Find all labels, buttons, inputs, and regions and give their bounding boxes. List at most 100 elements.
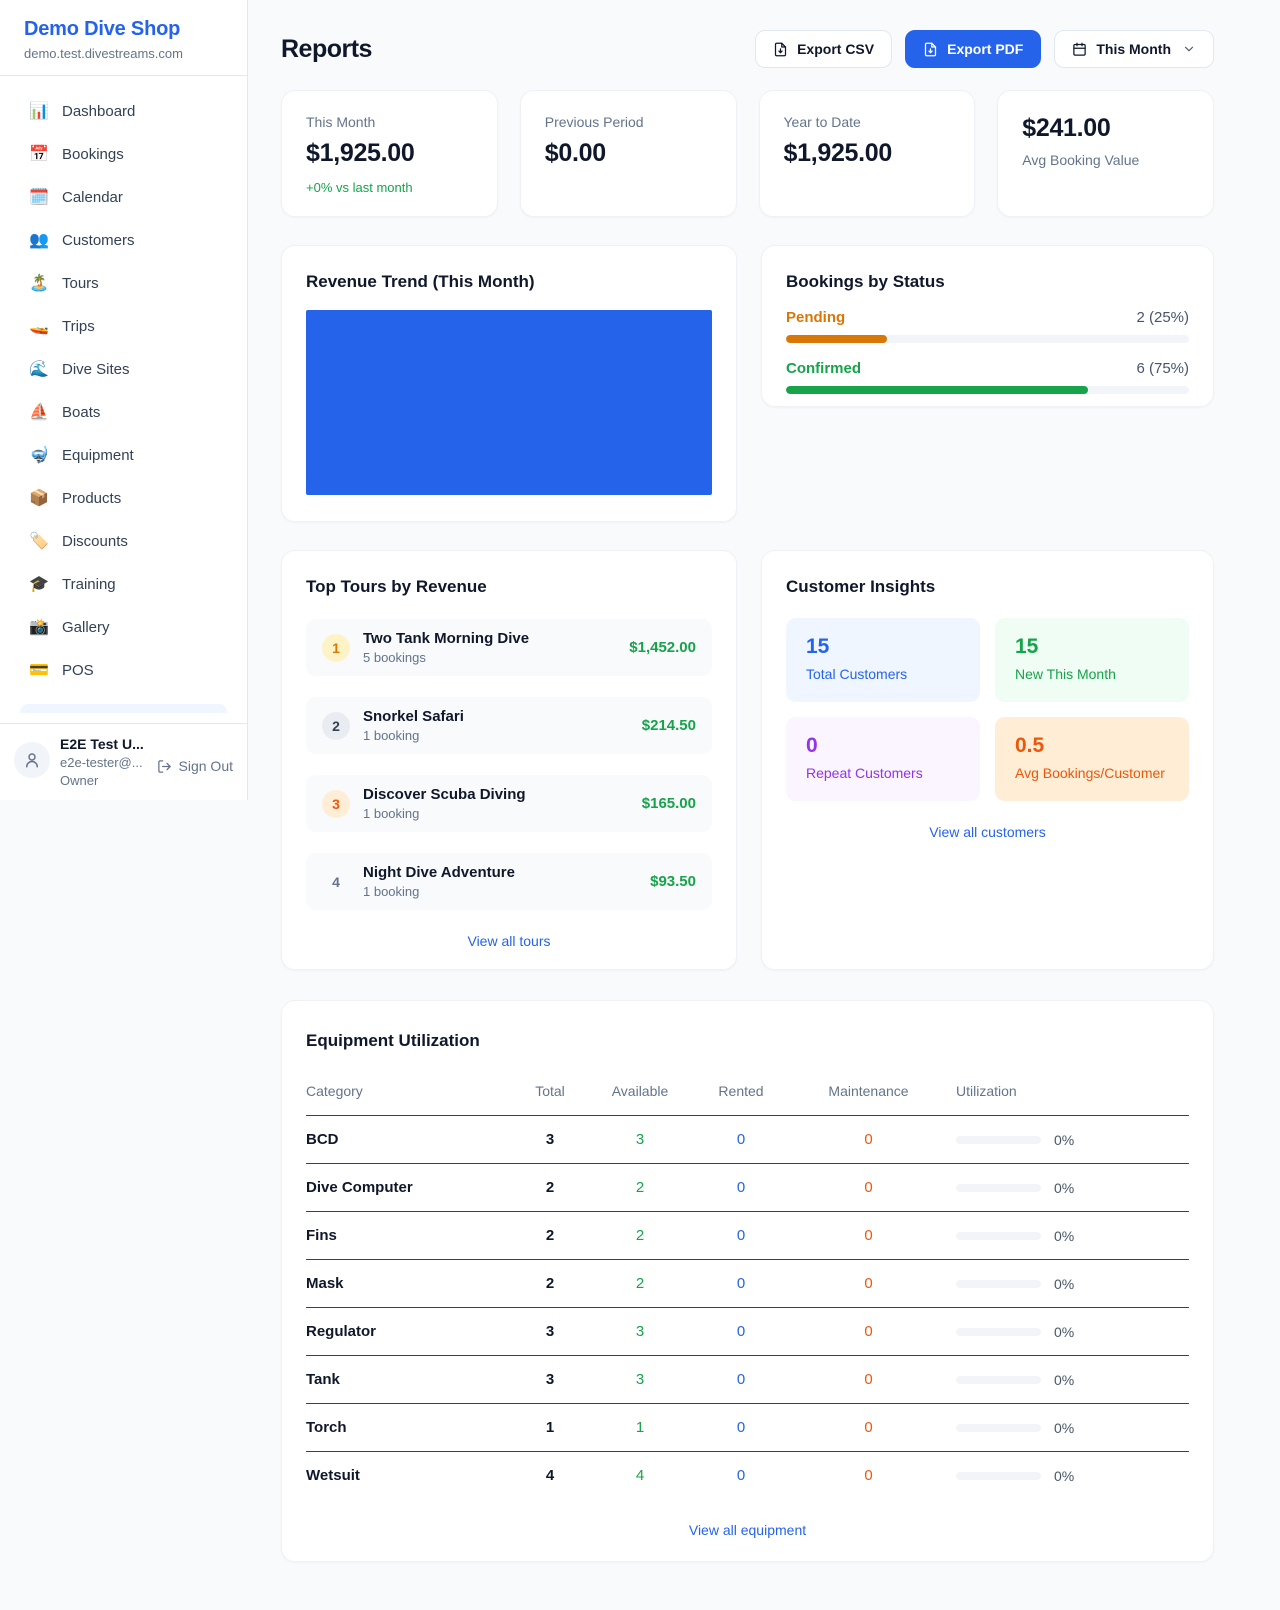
- customer-insights-title: Customer Insights: [786, 577, 1189, 597]
- insight-total-customers: 15 Total Customers: [786, 618, 980, 702]
- status-row-pending: Pending 2 (25%): [786, 309, 1189, 343]
- equipment-utilization-card: Equipment Utilization Category Total Ava…: [281, 1000, 1214, 1562]
- sidebar-nav: 📊 Dashboard 📅 Bookings 🗓️ Calendar 👥 Cus…: [0, 76, 247, 723]
- cell-total: 3: [506, 1116, 594, 1164]
- tour-row: 4 Night Dive Adventure 1 booking $93.50: [306, 853, 712, 910]
- stat-delta: +0% vs last month: [306, 180, 473, 195]
- sidebar-item-dive-sites[interactable]: 🌊 Dive Sites: [16, 348, 231, 391]
- cell-total: 2: [506, 1212, 594, 1260]
- dashboard-icon: 📊: [28, 100, 50, 123]
- cell-rented: 0: [686, 1452, 796, 1500]
- export-pdf-button[interactable]: Export PDF: [905, 30, 1041, 68]
- equipment-utilization-title: Equipment Utilization: [306, 1031, 1189, 1051]
- sidebar-item-reports-active-partial[interactable]: [20, 704, 227, 713]
- sidebar-item-discounts[interactable]: 🏷️ Discounts: [16, 520, 231, 563]
- sidebar-item-products[interactable]: 📦 Products: [16, 477, 231, 520]
- sidebar-item-dashboard[interactable]: 📊 Dashboard: [16, 90, 231, 133]
- user-info: E2E Test U... e2e-tester@... Owner: [60, 736, 147, 788]
- stat-card-year-to-date: Year to Date $1,925.00: [759, 90, 976, 217]
- page-header: Reports Export CSV Export PDF This Month: [281, 30, 1214, 68]
- chevron-down-icon: [1182, 42, 1196, 56]
- sidebar-item-customers[interactable]: 👥 Customers: [16, 219, 231, 262]
- sidebar-item-label: Gallery: [62, 616, 110, 639]
- cell-category: Fins: [306, 1212, 506, 1260]
- rank-badge: 4: [322, 868, 350, 896]
- utilization-percent: 0%: [1054, 1180, 1074, 1196]
- cell-total: 1: [506, 1404, 594, 1452]
- sidebar-item-boats[interactable]: ⛵ Boats: [16, 391, 231, 434]
- bookings-by-status-title: Bookings by Status: [786, 272, 1189, 292]
- sidebar-item-trips[interactable]: 🚤 Trips: [16, 305, 231, 348]
- cell-rented: 0: [686, 1308, 796, 1356]
- status-row-confirmed: Confirmed 6 (75%): [786, 360, 1189, 394]
- utilization-track: [956, 1232, 1041, 1240]
- sign-out-icon: [157, 759, 172, 774]
- insight-label: New This Month: [1015, 666, 1169, 682]
- insight-avg-bookings: 0.5 Avg Bookings/Customer: [995, 717, 1189, 801]
- tour-row: 1 Two Tank Morning Dive 5 bookings $1,45…: [306, 619, 712, 676]
- cell-total: 2: [506, 1260, 594, 1308]
- sidebar-item-pos[interactable]: 💳 POS: [16, 649, 231, 692]
- cell-rented: 0: [686, 1212, 796, 1260]
- cell-total: 2: [506, 1164, 594, 1212]
- sidebar-item-label: Equipment: [62, 444, 134, 467]
- stat-label: Avg Booking Value: [1022, 152, 1189, 168]
- view-all-customers-link[interactable]: View all customers: [786, 824, 1189, 840]
- column-header-available: Available: [594, 1075, 686, 1116]
- cell-maintenance: 0: [796, 1116, 941, 1164]
- view-all-tours-link[interactable]: View all tours: [306, 933, 712, 949]
- period-dropdown[interactable]: This Month: [1054, 30, 1214, 68]
- sidebar-user-footer: E2E Test U... e2e-tester@... Owner Sign …: [0, 723, 247, 800]
- revenue-trend-title: Revenue Trend (This Month): [306, 272, 712, 292]
- camera-icon: 📸: [28, 616, 50, 639]
- top-tours-title: Top Tours by Revenue: [306, 577, 712, 597]
- cell-rented: 0: [686, 1260, 796, 1308]
- tour-name: Snorkel Safari: [363, 708, 629, 725]
- sidebar-item-equipment[interactable]: 🤿 Equipment: [16, 434, 231, 477]
- utilization-track: [956, 1376, 1041, 1384]
- insight-label: Repeat Customers: [806, 765, 960, 781]
- wave-icon: 🌊: [28, 358, 50, 381]
- avatar: [14, 742, 50, 778]
- utilization-percent: 0%: [1054, 1132, 1074, 1148]
- sidebar-item-label: Dive Sites: [62, 358, 130, 381]
- export-pdf-label: Export PDF: [947, 41, 1023, 57]
- main-content: Reports Export CSV Export PDF This Month…: [281, 0, 1214, 1562]
- cell-available: 3: [594, 1116, 686, 1164]
- cell-available: 3: [594, 1308, 686, 1356]
- cell-total: 4: [506, 1452, 594, 1500]
- tag-icon: 🏷️: [28, 530, 50, 553]
- cell-category: Torch: [306, 1404, 506, 1452]
- sidebar-item-training[interactable]: 🎓 Training: [16, 563, 231, 606]
- sidebar-item-calendar[interactable]: 🗓️ Calendar: [16, 176, 231, 219]
- table-row: Wetsuit 4 4 0 0 0%: [306, 1452, 1189, 1500]
- brand: Demo Dive Shop demo.test.divestreams.com: [0, 0, 247, 76]
- island-icon: 🏝️: [28, 272, 50, 295]
- stat-card-this-month: This Month $1,925.00 +0% vs last month: [281, 90, 498, 217]
- package-icon: 📦: [28, 487, 50, 510]
- file-download-icon: [923, 42, 938, 57]
- stat-value: $0.00: [545, 139, 712, 168]
- cell-rented: 0: [686, 1164, 796, 1212]
- view-all-equipment-link[interactable]: View all equipment: [306, 1522, 1189, 1538]
- export-csv-label: Export CSV: [797, 41, 874, 57]
- table-row: Regulator 3 3 0 0 0%: [306, 1308, 1189, 1356]
- utilization-track: [956, 1424, 1041, 1432]
- progress-fill: [786, 335, 887, 343]
- sidebar-item-tours[interactable]: 🏝️ Tours: [16, 262, 231, 305]
- table-row: Mask 2 2 0 0 0%: [306, 1260, 1189, 1308]
- table-row: Dive Computer 2 2 0 0 0%: [306, 1164, 1189, 1212]
- progress-track: [786, 335, 1189, 343]
- user-name: E2E Test U...: [60, 736, 147, 752]
- status-label: Pending: [786, 309, 845, 326]
- sidebar-item-gallery[interactable]: 📸 Gallery: [16, 606, 231, 649]
- cell-available: 1: [594, 1404, 686, 1452]
- sign-out-button[interactable]: Sign Out: [157, 758, 233, 774]
- export-csv-button[interactable]: Export CSV: [755, 30, 892, 68]
- dive-mask-icon: 🤿: [28, 444, 50, 467]
- cell-maintenance: 0: [796, 1164, 941, 1212]
- sidebar-item-bookings[interactable]: 📅 Bookings: [16, 133, 231, 176]
- stats-row: This Month $1,925.00 +0% vs last month P…: [281, 90, 1214, 217]
- stat-value: $1,925.00: [784, 139, 951, 168]
- graduation-cap-icon: 🎓: [28, 573, 50, 596]
